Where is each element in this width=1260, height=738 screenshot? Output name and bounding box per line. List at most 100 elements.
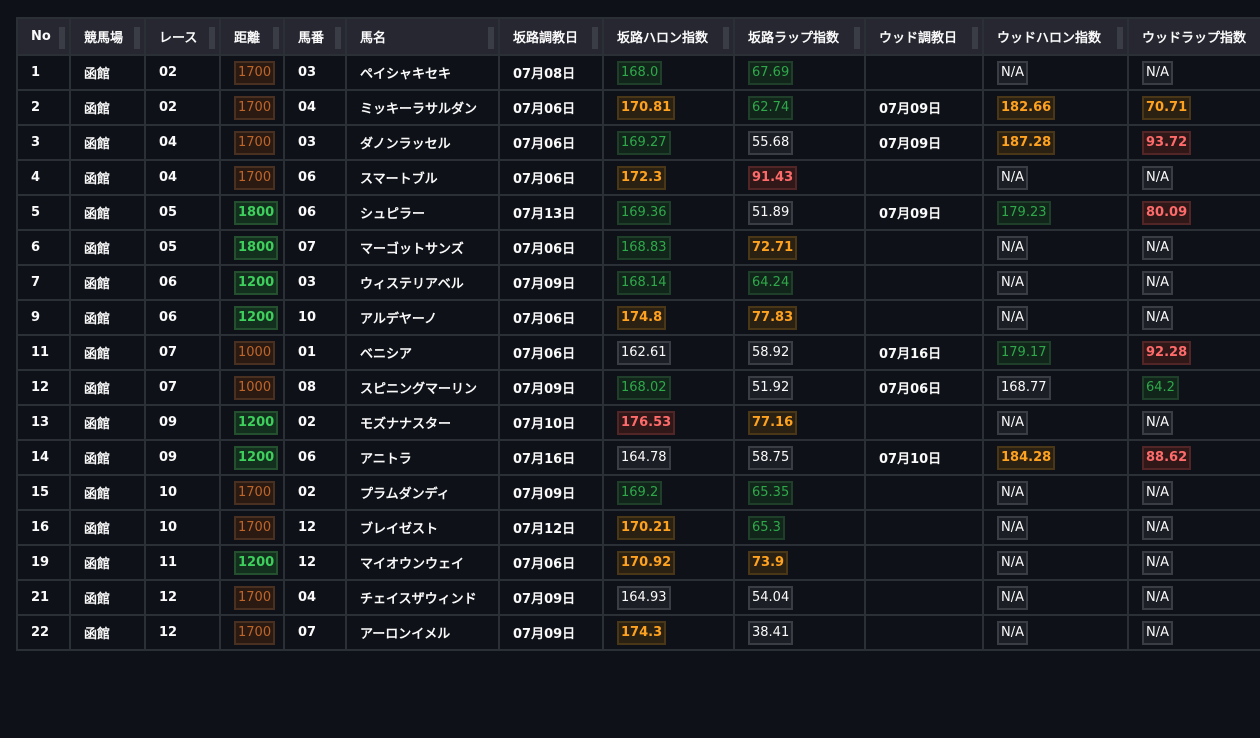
cell-horse-name[interactable]: チェイスザウィンド [345, 579, 500, 616]
column-resize-handle[interactable] [273, 27, 279, 49]
cell-horse-name[interactable]: シュピラー [345, 194, 500, 231]
column-resize-handle[interactable] [59, 27, 65, 49]
cell-horse-number[interactable]: 03 [283, 264, 347, 301]
cell-wood-date[interactable]: 07月16日 [864, 334, 984, 371]
cell-wood-lap-index[interactable]: 92.28 [1127, 334, 1260, 371]
header-col-racecourse[interactable]: 競馬場 [69, 17, 146, 56]
cell-distance[interactable]: 1000 [219, 369, 285, 406]
cell-wood-date[interactable] [864, 159, 984, 196]
cell-slope-date[interactable]: 07月06日 [498, 159, 604, 196]
cell-wood-date[interactable]: 07月09日 [864, 89, 984, 126]
cell-no[interactable]: 4 [16, 159, 71, 196]
cell-wood-date[interactable] [864, 264, 984, 301]
table-row[interactable]: 6 函館 05 1800 07 マーゴットサンズ 07月06日 168.83 72.71 N/A N… [16, 229, 1260, 266]
cell-wood-lap-index[interactable]: N/A [1127, 474, 1260, 511]
cell-horse-number[interactable]: 10 [283, 299, 347, 336]
cell-wood-halon-index[interactable]: 184.28 [982, 439, 1129, 476]
cell-horse-name[interactable]: スマートブル [345, 159, 500, 196]
cell-distance[interactable]: 1700 [219, 124, 285, 161]
cell-racecourse[interactable]: 函館 [69, 89, 146, 126]
cell-horse-number[interactable]: 07 [283, 229, 347, 266]
cell-wood-halon-index[interactable]: N/A [982, 614, 1129, 651]
cell-horse-name[interactable]: アニトラ [345, 439, 500, 476]
cell-horse-name[interactable]: アルデヤーノ [345, 299, 500, 336]
column-resize-handle[interactable] [209, 27, 215, 49]
cell-wood-lap-index[interactable]: 70.71 [1127, 89, 1260, 126]
cell-slope-halon-index[interactable]: 168.02 [602, 369, 735, 406]
cell-race[interactable]: 12 [144, 579, 221, 616]
cell-race[interactable]: 04 [144, 124, 221, 161]
cell-horse-name[interactable]: ブレイゼスト [345, 509, 500, 546]
cell-distance[interactable]: 1700 [219, 614, 285, 651]
cell-wood-lap-index[interactable]: 88.62 [1127, 439, 1260, 476]
cell-horse-number[interactable]: 07 [283, 614, 347, 651]
cell-wood-halon-index[interactable]: 179.23 [982, 194, 1129, 231]
cell-horse-number[interactable]: 03 [283, 124, 347, 161]
cell-slope-halon-index[interactable]: 176.53 [602, 404, 735, 441]
cell-horse-name[interactable]: ミッキーラサルダン [345, 89, 500, 126]
cell-horse-name[interactable]: マイオウンウェイ [345, 544, 500, 581]
cell-race[interactable]: 02 [144, 54, 221, 91]
table-row[interactable]: 19 函館 11 1200 12 マイオウンウェイ 07月06日 170.92 73.9 N/A N… [16, 544, 1260, 581]
cell-race[interactable]: 10 [144, 474, 221, 511]
cell-slope-lap-index[interactable]: 51.92 [733, 369, 866, 406]
cell-slope-lap-index[interactable]: 67.69 [733, 54, 866, 91]
cell-no[interactable]: 14 [16, 439, 71, 476]
cell-distance[interactable]: 1800 [219, 194, 285, 231]
cell-slope-lap-index[interactable]: 58.75 [733, 439, 866, 476]
header-col-horse-name[interactable]: 馬名 [345, 17, 500, 56]
cell-racecourse[interactable]: 函館 [69, 194, 146, 231]
cell-no[interactable]: 12 [16, 369, 71, 406]
cell-wood-halon-index[interactable]: N/A [982, 159, 1129, 196]
cell-wood-lap-index[interactable]: N/A [1127, 614, 1260, 651]
cell-race[interactable]: 09 [144, 439, 221, 476]
cell-slope-lap-index[interactable]: 77.16 [733, 404, 866, 441]
cell-no[interactable]: 22 [16, 614, 71, 651]
cell-race[interactable]: 05 [144, 194, 221, 231]
cell-distance[interactable]: 1200 [219, 299, 285, 336]
header-col-distance[interactable]: 距離 [219, 17, 285, 56]
cell-slope-lap-index[interactable]: 55.68 [733, 124, 866, 161]
cell-horse-name[interactable]: プラムダンディ [345, 474, 500, 511]
cell-slope-halon-index[interactable]: 169.27 [602, 124, 735, 161]
header-col-horse-number[interactable]: 馬番 [283, 17, 347, 56]
cell-race[interactable]: 09 [144, 404, 221, 441]
cell-racecourse[interactable]: 函館 [69, 614, 146, 651]
cell-no[interactable]: 7 [16, 264, 71, 301]
cell-distance[interactable]: 1200 [219, 544, 285, 581]
cell-slope-lap-index[interactable]: 65.3 [733, 509, 866, 546]
header-col-slope-date[interactable]: 坂路調教日 [498, 17, 604, 56]
cell-slope-halon-index[interactable]: 172.3 [602, 159, 735, 196]
cell-racecourse[interactable]: 函館 [69, 579, 146, 616]
cell-no[interactable]: 13 [16, 404, 71, 441]
header-col-wood-halon-index[interactable]: ウッドハロン指数 [982, 17, 1129, 56]
cell-slope-lap-index[interactable]: 73.9 [733, 544, 866, 581]
table-row[interactable]: 2 函館 02 1700 04 ミッキーラサルダン 07月06日 170.81 62.74 07月… [16, 89, 1260, 126]
table-row[interactable]: 12 函館 07 1000 08 スピニングマーリン 07月09日 168.02 51.92 07… [16, 369, 1260, 406]
cell-no[interactable]: 3 [16, 124, 71, 161]
cell-no[interactable]: 6 [16, 229, 71, 266]
cell-horse-number[interactable]: 12 [283, 509, 347, 546]
cell-slope-halon-index[interactable]: 170.81 [602, 89, 735, 126]
column-resize-handle[interactable] [1117, 27, 1123, 49]
cell-wood-lap-index[interactable]: N/A [1127, 229, 1260, 266]
cell-no[interactable]: 21 [16, 579, 71, 616]
table-row[interactable]: 14 函館 09 1200 06 アニトラ 07月16日 164.78 58.75 07月10日 1… [16, 439, 1260, 476]
column-resize-handle[interactable] [592, 27, 598, 49]
table-row[interactable]: 16 函館 10 1700 12 ブレイゼスト 07月12日 170.21 65.3 N/A N/A [16, 509, 1260, 546]
cell-wood-lap-index[interactable]: N/A [1127, 544, 1260, 581]
cell-no[interactable]: 11 [16, 334, 71, 371]
cell-race[interactable]: 07 [144, 369, 221, 406]
cell-slope-lap-index[interactable]: 51.89 [733, 194, 866, 231]
cell-distance[interactable]: 1700 [219, 89, 285, 126]
cell-slope-date[interactable]: 07月09日 [498, 369, 604, 406]
cell-horse-name[interactable]: ウィステリアベル [345, 264, 500, 301]
cell-racecourse[interactable]: 函館 [69, 474, 146, 511]
cell-wood-date[interactable]: 07月09日 [864, 124, 984, 161]
cell-slope-lap-index[interactable]: 77.83 [733, 299, 866, 336]
cell-wood-lap-index[interactable]: N/A [1127, 159, 1260, 196]
cell-slope-date[interactable]: 07月09日 [498, 264, 604, 301]
column-resize-handle[interactable] [854, 27, 860, 49]
column-resize-handle[interactable] [134, 27, 140, 49]
cell-slope-date[interactable]: 07月13日 [498, 194, 604, 231]
